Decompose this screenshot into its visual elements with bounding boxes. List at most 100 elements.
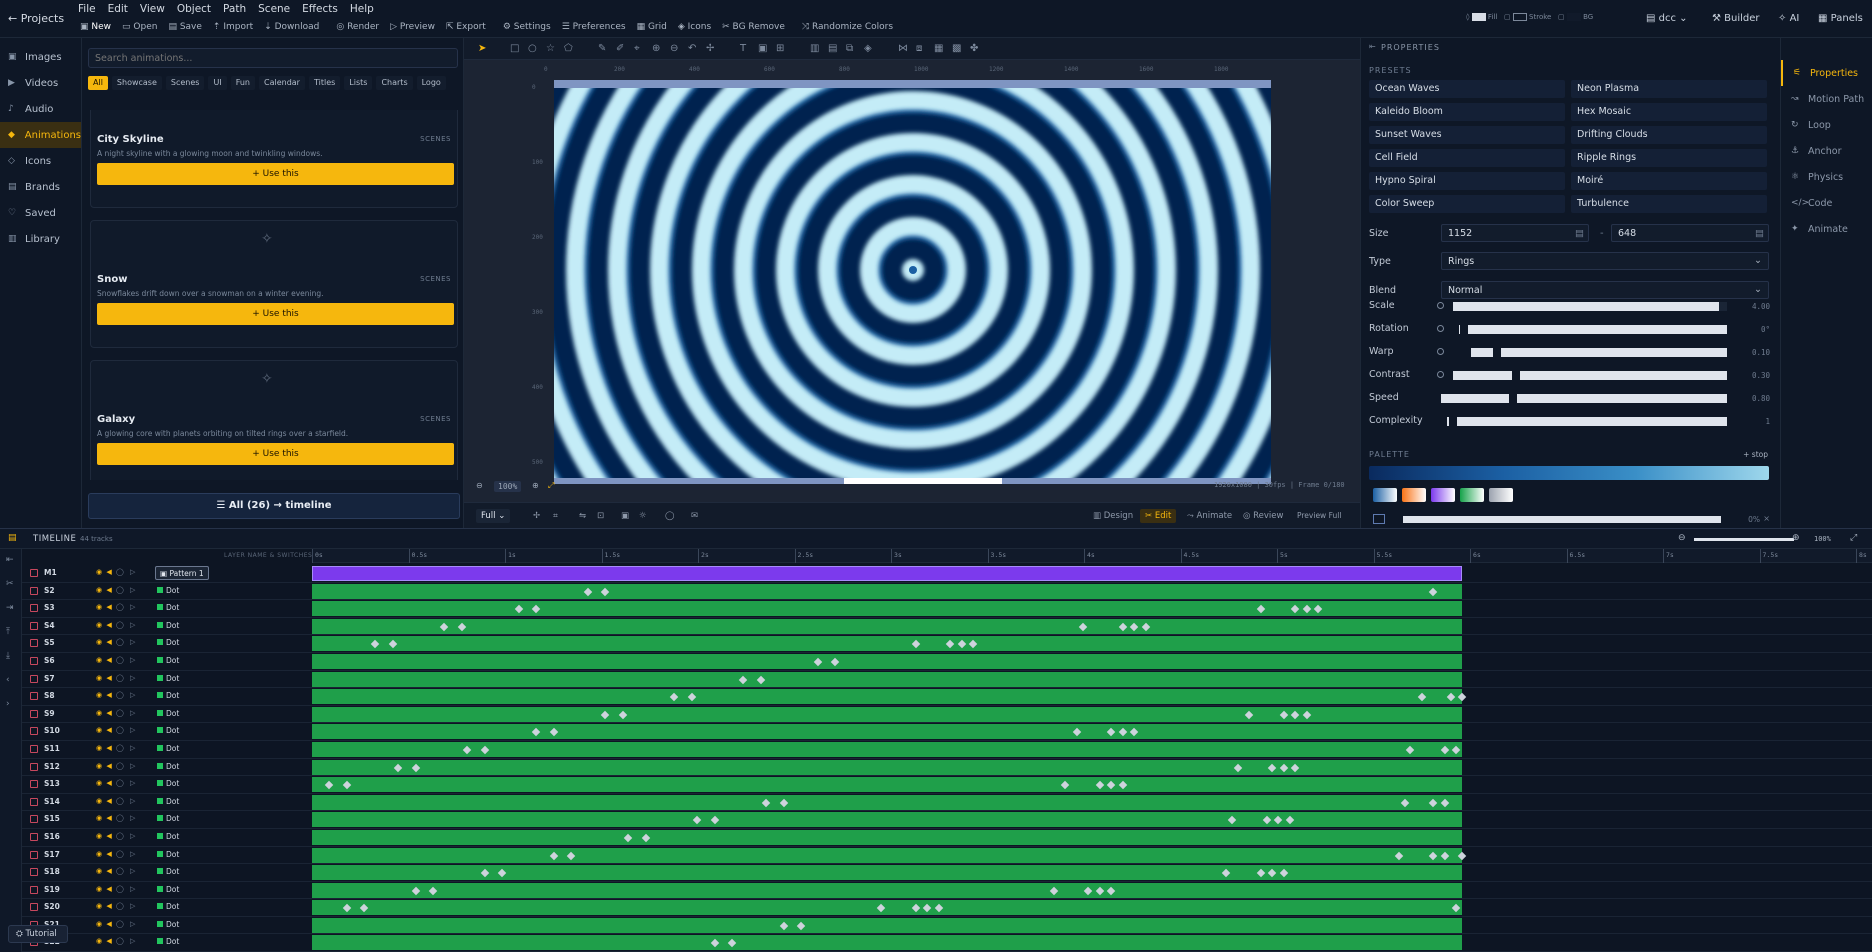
keyframe[interactable] [1285, 816, 1294, 825]
keyframe[interactable] [911, 904, 920, 913]
rectangle-tool-icon[interactable]: □ [510, 43, 519, 54]
mode-animate[interactable]: ⤳ Animate [1182, 509, 1237, 523]
preset-hypno-spiral[interactable]: Hypno Spiral [1369, 172, 1565, 190]
keyframe[interactable] [342, 780, 351, 790]
keyframe[interactable] [1417, 692, 1426, 702]
layer-chip[interactable]: Dot [157, 603, 179, 612]
nav-saved[interactable]: ♡ Saved [0, 200, 81, 226]
puzzle-icon[interactable]: ✤ [970, 43, 978, 54]
grid-button[interactable]: ▦ Grid [637, 22, 667, 32]
transform-icon[interactable]: ✢ [528, 509, 545, 523]
track-checkbox[interactable] [30, 903, 38, 912]
keyframe-toggle[interactable] [1437, 371, 1444, 378]
keyframe[interactable] [1291, 763, 1300, 772]
type-select[interactable]: Rings ⌄ [1441, 252, 1769, 270]
select-tool-icon[interactable]: ➤ [478, 43, 486, 54]
keyframe[interactable] [641, 833, 650, 843]
keyframe[interactable] [1400, 798, 1409, 807]
track-checkbox[interactable] [30, 780, 38, 789]
keyframe[interactable] [957, 640, 966, 649]
tab-loop[interactable]: ↻ Loop [1781, 112, 1872, 138]
palette-swatch[interactable] [1373, 488, 1397, 502]
layer-chip[interactable]: Dot [157, 691, 179, 700]
next-icon[interactable]: › [6, 699, 10, 709]
preset-turbulence[interactable]: Turbulence [1571, 195, 1767, 213]
keyframe[interactable] [497, 868, 506, 878]
keyframe[interactable] [1394, 851, 1403, 860]
keyframe[interactable] [1078, 622, 1087, 632]
keyframe[interactable] [411, 763, 420, 772]
track-checkbox[interactable] [30, 868, 38, 877]
track-row[interactable]: S5 ◉ ◀ ◯ ▷ Dot [22, 635, 1872, 653]
track-switches[interactable]: ◯ ▷ [116, 797, 137, 805]
track-clip[interactable] [312, 935, 1462, 951]
warp-tool-icon[interactable]: ✢ [706, 43, 714, 54]
track-switches[interactable]: ◯ ▷ [116, 779, 137, 787]
preset-color-sweep[interactable]: Color Sweep [1369, 195, 1565, 213]
track-row[interactable]: S10 ◉ ◀ ◯ ▷ Dot [22, 723, 1872, 741]
track-switches[interactable]: ◯ ▷ [116, 638, 137, 646]
keyframe[interactable] [831, 657, 840, 667]
keyframe[interactable] [1072, 728, 1081, 737]
layer-chip[interactable]: Dot [157, 850, 179, 859]
keyframe[interactable] [1118, 728, 1127, 737]
track-checkbox[interactable] [30, 797, 38, 806]
move-down-icon[interactable]: ⤓ [6, 651, 10, 661]
visibility-icon[interactable]: ◉ ◀ [96, 638, 113, 646]
keyframe[interactable] [1227, 816, 1237, 825]
track-checkbox[interactable] [30, 639, 38, 648]
zoom-in-icon[interactable]: ⊕ [1792, 533, 1800, 543]
keyframe[interactable] [1452, 745, 1461, 755]
curve-tool-icon[interactable]: ↶ [688, 43, 696, 54]
keyframe[interactable] [693, 816, 702, 825]
save-button[interactable]: ▤ Save [168, 22, 201, 32]
menu-view[interactable]: View [140, 3, 165, 15]
preset-ocean-waves[interactable]: Ocean Waves [1369, 80, 1565, 98]
slider-track[interactable] [1453, 302, 1727, 311]
track-switches[interactable]: ◯ ▷ [116, 691, 137, 699]
keyframe[interactable] [1130, 622, 1139, 632]
track-checkbox[interactable] [30, 586, 38, 595]
track-clip[interactable] [312, 636, 1462, 652]
distribute-icon[interactable]: ▤ [828, 43, 837, 54]
track-switches[interactable]: ◯ ▷ [116, 832, 137, 840]
layer-chip[interactable]: Dot [157, 709, 179, 718]
bg-remove-button[interactable]: ✂ BG Remove [722, 22, 785, 32]
slider-thumb[interactable] [1460, 325, 1469, 334]
slider-track[interactable] [1459, 325, 1727, 334]
preferences-button[interactable]: ☰ Preferences [562, 22, 626, 32]
pattern-clip[interactable] [312, 566, 1462, 581]
keyframe[interactable] [549, 851, 558, 860]
keyframe[interactable] [532, 728, 541, 737]
keyframe[interactable] [342, 904, 351, 913]
mode-design[interactable]: ▥ Design [1088, 509, 1138, 523]
blocks-icon[interactable]: ▩ [952, 43, 961, 54]
layer-chip[interactable]: Dot [157, 674, 179, 683]
animation-card[interactable]: ✧ Snow SCENES Snowflakes drift down over… [90, 220, 458, 348]
track-switches[interactable]: ◯ ▷ [116, 621, 137, 629]
slider-track[interactable] [1441, 394, 1727, 403]
keyframe[interactable] [1406, 745, 1415, 755]
chip-titles[interactable]: Titles [308, 76, 341, 90]
export-button[interactable]: ⇱ Export [446, 22, 486, 32]
keyframe[interactable] [1302, 710, 1311, 719]
layer-chip[interactable]: Dot [157, 779, 179, 788]
keyframe[interactable] [813, 657, 823, 667]
nav-images[interactable]: ▣ Images [0, 44, 81, 70]
track-row[interactable]: S9 ◉ ◀ ◯ ▷ Dot [22, 706, 1872, 724]
keyframe[interactable] [762, 798, 771, 807]
track-clip[interactable] [312, 829, 1462, 845]
keyframe[interactable] [1273, 816, 1283, 825]
track-row[interactable]: S21◉ ◀◯ ▷Dot [22, 917, 1872, 935]
chip-scenes[interactable]: Scenes [165, 76, 205, 90]
keyframe[interactable] [1118, 780, 1127, 790]
text-tool-icon[interactable]: T [740, 43, 746, 54]
keyframe[interactable] [1256, 604, 1265, 614]
visibility-icon[interactable]: ◉ ◀ [96, 867, 113, 875]
track-switches[interactable]: ◯ ▷ [116, 726, 137, 734]
preset-sunset-waves[interactable]: Sunset Waves [1369, 126, 1565, 144]
menu-edit[interactable]: Edit [108, 3, 128, 15]
polygon-tool-icon[interactable]: ⬠ [564, 43, 573, 54]
nav-icons[interactable]: ◇ Icons [0, 148, 81, 174]
track-checkbox[interactable] [30, 885, 38, 894]
